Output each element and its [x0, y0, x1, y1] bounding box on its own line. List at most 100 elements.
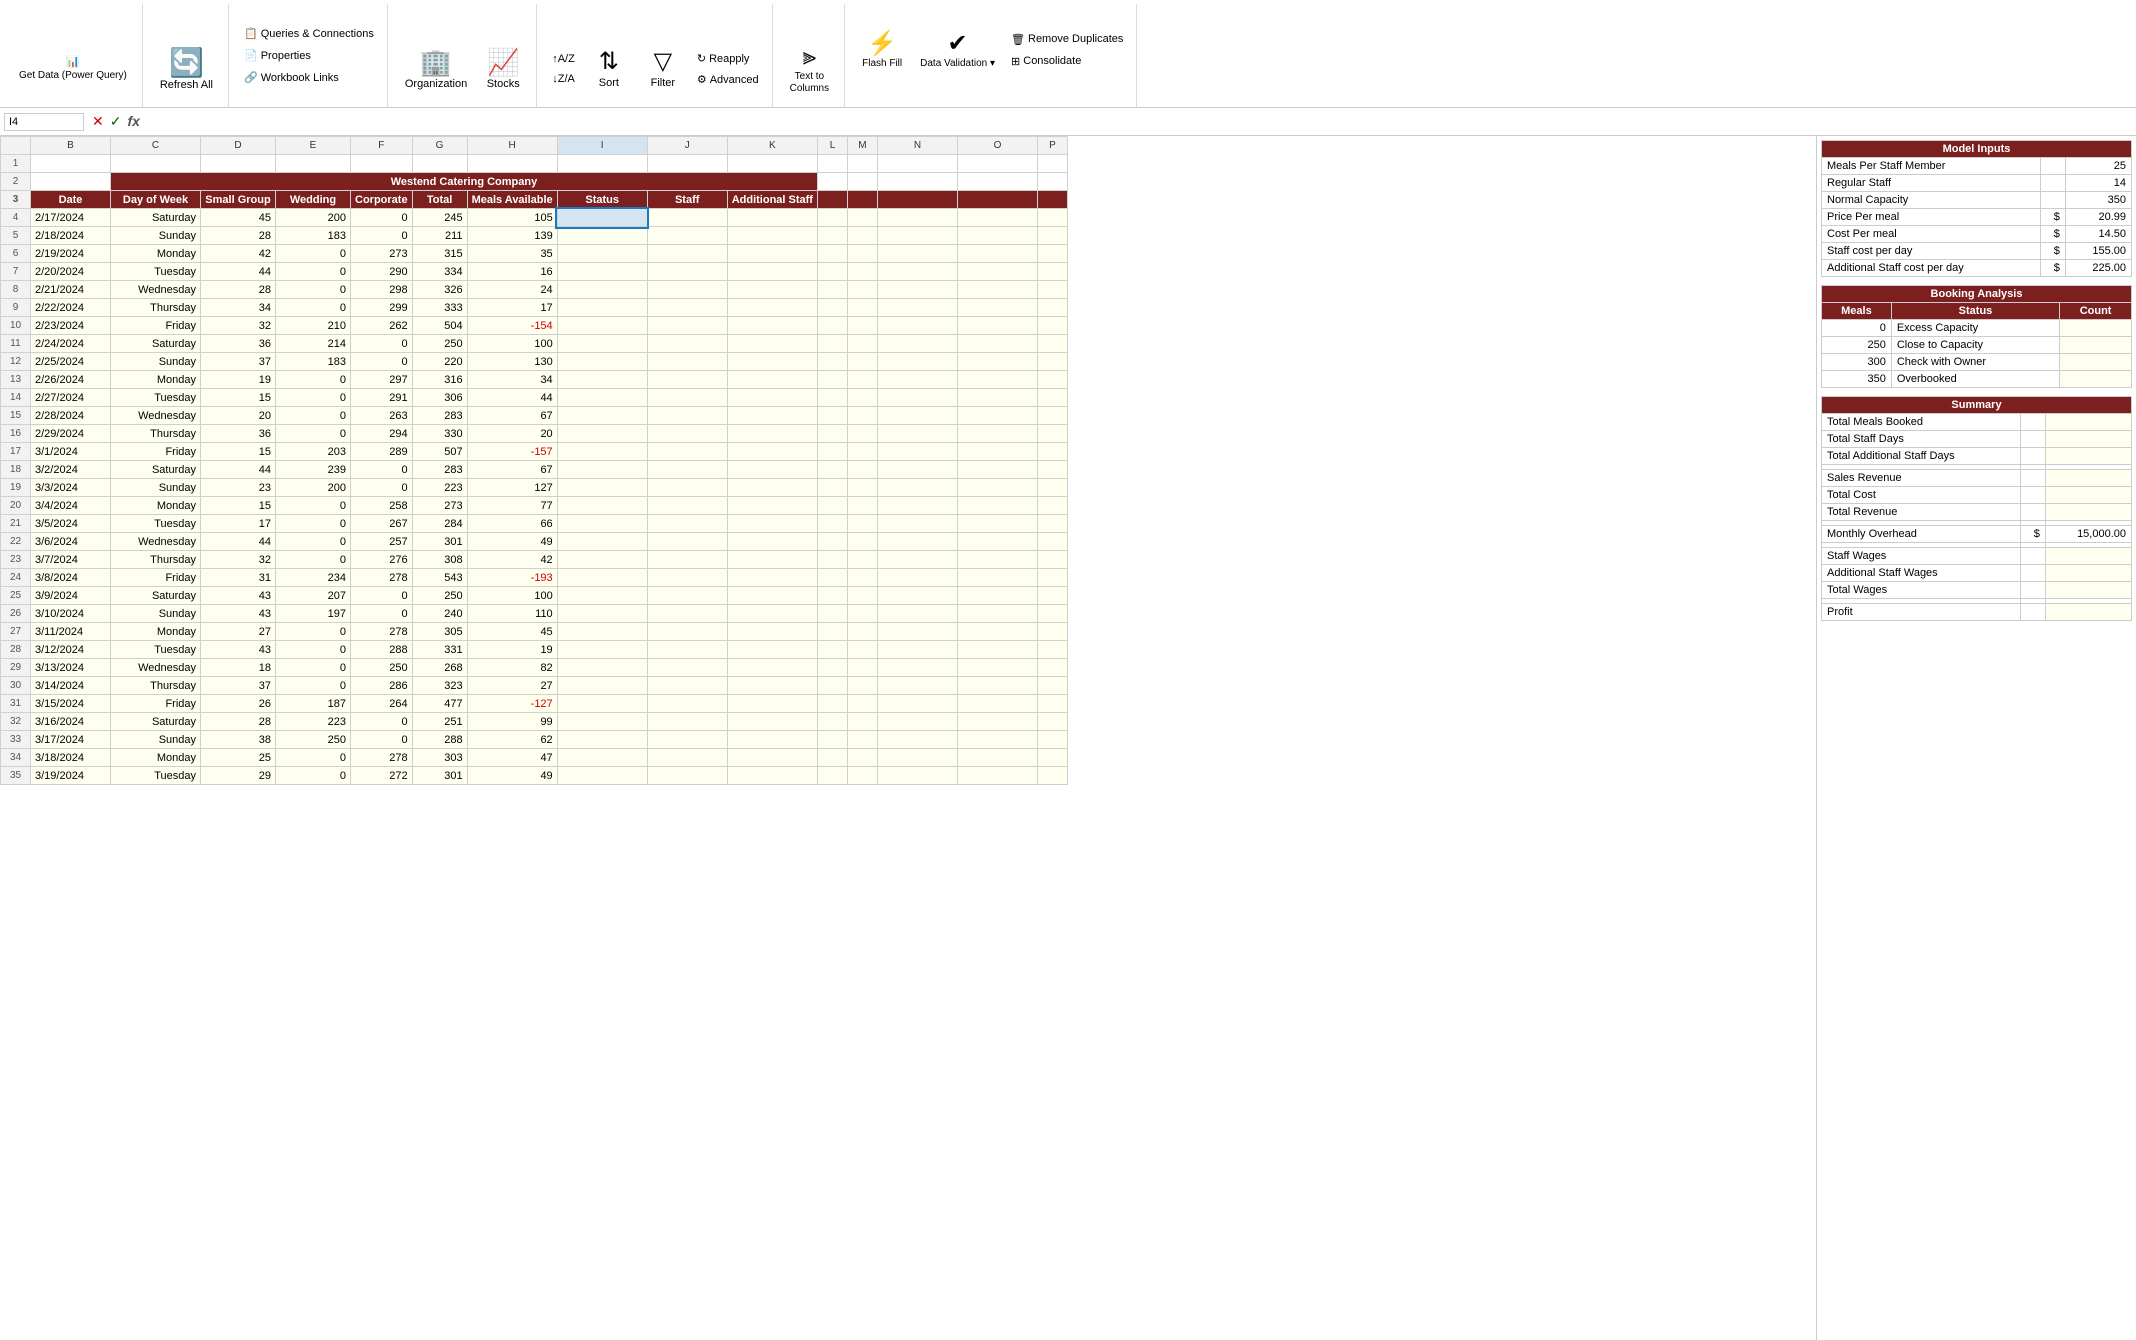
data-validation-button[interactable]: ✔ Data Validation ▾	[913, 14, 1002, 86]
fx-icon[interactable]: fx	[127, 113, 139, 130]
refresh-label: Refresh All	[160, 79, 213, 92]
ribbon: 📊 Get Data (Power Query) 🔄 Refresh All 📋…	[0, 0, 2136, 108]
main-sheet[interactable]: B C D E F G H I J K L M N O P	[0, 136, 1816, 1340]
queries-group: 📋 Queries & Connections 📄 Properties 🔗 W…	[231, 4, 388, 107]
col-header-N[interactable]: N	[877, 137, 957, 155]
spreadsheet-container: B C D E F G H I J K L M N O P	[0, 136, 2136, 1340]
sort-za-icon: ↓Z/A	[552, 73, 575, 85]
flash-fill-button[interactable]: ⚡ Flash Fill	[855, 14, 909, 86]
booking-analysis-title: Booking Analysis	[1822, 286, 2132, 303]
data-validation-icon: ✔	[948, 30, 968, 59]
spreadsheet-grid: B C D E F G H I J K L M N O P	[0, 136, 1068, 785]
data-tools-group: ⚡ Flash Fill ✔ Data Validation ▾ 🗑 Remov…	[847, 4, 1137, 107]
table-row: 122/25/2024Sunday371830220130	[1, 353, 1068, 371]
col-header-J[interactable]: J	[647, 137, 727, 155]
table-row: 62/19/2024Monday42027331535	[1, 245, 1068, 263]
table-row: 92/22/2024Thursday34029933317	[1, 299, 1068, 317]
remove-duplicates-button[interactable]: 🗑 Remove Duplicates	[1006, 30, 1128, 49]
summary-row: Total Additional Staff Days	[1822, 448, 2132, 465]
col-header-O[interactable]: O	[957, 137, 1037, 155]
booking-analysis-header: Meals Status Count	[1822, 303, 2132, 320]
model-inputs-row: Regular Staff 14	[1822, 175, 2132, 192]
sort-az-icon: ↑A/Z	[552, 53, 575, 65]
table-row: 1	[1, 155, 1068, 173]
table-row: 263/10/2024Sunday431970240110	[1, 605, 1068, 623]
sort-az-button[interactable]: ↑A/Z	[547, 50, 580, 68]
table-row: 203/4/2024Monday15025827377	[1, 497, 1068, 515]
col-header-K[interactable]: K	[727, 137, 817, 155]
summary-row: Monthly Overhead $ 15,000.00	[1822, 526, 2132, 543]
sort-za-button[interactable]: ↓Z/A	[547, 70, 580, 88]
col-header-B[interactable]: B	[31, 137, 111, 155]
table-row: 152/28/2024Wednesday20026328367	[1, 407, 1068, 425]
table-row: 303/14/2024Thursday37028632327	[1, 677, 1068, 695]
col-header-G[interactable]: G	[412, 137, 467, 155]
table-row: 223/6/2024Wednesday44025730149	[1, 533, 1068, 551]
remove-dup-icon: 🗑	[1011, 33, 1025, 46]
col-header-E[interactable]: E	[276, 137, 351, 155]
booking-analysis-table: Booking Analysis Meals Status Count 0 Ex…	[1821, 285, 2132, 388]
reapply-icon: ↻	[697, 52, 706, 65]
cell-reference-input[interactable]: I4	[4, 113, 84, 131]
stocks-button[interactable]: 📈 Stocks	[478, 33, 528, 105]
advanced-button[interactable]: ⚙ Advanced	[692, 70, 764, 89]
col-header-M[interactable]: M	[847, 137, 877, 155]
model-inputs-row: Price Per meal $ 20.99	[1822, 209, 2132, 226]
sort-icon: ⇅	[599, 48, 619, 77]
col-header-H[interactable]: H	[467, 137, 557, 155]
cancel-icon[interactable]: ✕	[92, 113, 104, 130]
stocks-icon: 📈	[487, 47, 519, 78]
queries-connections-button[interactable]: 📋 Queries & Connections	[239, 24, 379, 43]
sort-filter-group: ↑A/Z ↓Z/A ⇅ Sort ▽ Filter ↻ Reapply	[539, 4, 772, 107]
table-row: 162/29/2024Thursday36029433020	[1, 425, 1068, 443]
get-data-button[interactable]: 📊 Get Data (Power Query)	[12, 33, 134, 105]
model-inputs-row: Additional Staff cost per day $ 225.00	[1822, 260, 2132, 277]
confirm-icon[interactable]: ✓	[110, 113, 122, 130]
table-row: 323/16/2024Saturday28223025199	[1, 713, 1068, 731]
table-row: 82/21/2024Wednesday28029832624	[1, 281, 1068, 299]
queries-icon: 📋	[244, 27, 258, 40]
summary-row: Total Revenue	[1822, 504, 2132, 521]
consolidate-button[interactable]: ⊞ Consolidate	[1006, 52, 1128, 71]
properties-button[interactable]: 📄 Properties	[239, 46, 379, 65]
refresh-all-button[interactable]: 🔄 Refresh All	[153, 33, 220, 105]
summary-row: Total Staff Days	[1822, 431, 2132, 448]
formula-input[interactable]	[148, 114, 2132, 130]
summary-table: Summary Total Meals Booked Total Staff D…	[1821, 396, 2132, 621]
summary-row: Total Wages	[1822, 582, 2132, 599]
col-header-P[interactable]: P	[1037, 137, 1067, 155]
table-row: 72/20/2024Tuesday44029033416	[1, 263, 1068, 281]
sort-button[interactable]: ⇅ Sort	[584, 33, 634, 105]
col-header-L[interactable]: L	[817, 137, 847, 155]
table-row: 193/3/2024Sunday232000223127	[1, 479, 1068, 497]
table-row: 283/12/2024Tuesday43028833119	[1, 641, 1068, 659]
table-row: 213/5/2024Tuesday17026728466	[1, 515, 1068, 533]
table-row: 243/8/2024Friday31234278543-193	[1, 569, 1068, 587]
model-inputs-row: Staff cost per day $ 155.00	[1822, 243, 2132, 260]
model-inputs-row: Cost Per meal $ 14.50	[1822, 226, 2132, 243]
col-header-D[interactable]: D	[201, 137, 276, 155]
table-row: 3 Date Day of Week Small Group Wedding C…	[1, 191, 1068, 209]
table-row: 112/24/2024Saturday362140250100	[1, 335, 1068, 353]
filter-icon: ▽	[654, 48, 672, 77]
col-header-I[interactable]: I	[557, 137, 647, 155]
table-row: 313/15/2024Friday26187264477-127	[1, 695, 1068, 713]
table-row: 253/9/2024Saturday432070250100	[1, 587, 1068, 605]
col-header-C[interactable]: C	[111, 137, 201, 155]
text-to-columns-button[interactable]: ⫸ Text toColumns	[783, 33, 836, 105]
formula-bar: I4 ✕ ✓ fx	[0, 108, 2136, 136]
table-row: 183/2/2024Saturday44239028367	[1, 461, 1068, 479]
table-row: 233/7/2024Thursday32027630842	[1, 551, 1068, 569]
reapply-button[interactable]: ↻ Reapply	[692, 49, 755, 68]
organization-button[interactable]: 🏢 Organization	[398, 33, 474, 105]
sheet-title: Westend Catering Company	[111, 173, 818, 191]
workbook-links-button[interactable]: 🔗 Workbook Links	[239, 68, 379, 87]
stocks-group: 🏢 Organization 📈 Stocks	[390, 4, 537, 107]
col-header-F[interactable]: F	[351, 137, 413, 155]
summary-row: Staff Wages	[1822, 548, 2132, 565]
booking-analysis-row: 350 Overbooked	[1822, 371, 2132, 388]
row-num-header	[1, 137, 31, 155]
filter-button[interactable]: ▽ Filter	[638, 33, 688, 105]
table-row: 102/23/2024Friday32210262504-154	[1, 317, 1068, 335]
text-to-columns-group: ⫸ Text toColumns	[775, 4, 845, 107]
